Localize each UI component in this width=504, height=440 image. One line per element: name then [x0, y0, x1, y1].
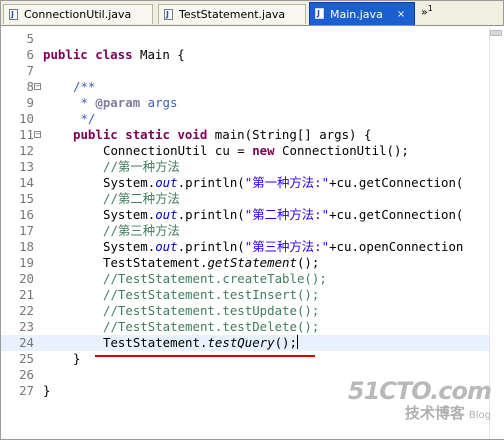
overview-ruler[interactable] [489, 26, 504, 439]
fold-collapse-icon[interactable]: − [34, 131, 41, 138]
code-line: 9 * @param args [26, 95, 178, 110]
tab-main[interactable]: J Main.java × [309, 2, 415, 25]
java-file-icon: J [314, 8, 326, 20]
code-line: 15//第二种方法 [19, 191, 180, 206]
tab-teststatement[interactable]: J TestStatement.java [158, 4, 306, 24]
code-line: 21//TestStatement.testInsert(); [19, 287, 320, 302]
overview-marker[interactable] [490, 30, 502, 36]
code-line: 17//第三种方法 [19, 223, 180, 238]
code-line: 18 System.out.println("第三种方法:"+cu.openCon… [19, 239, 464, 254]
code-line: 7 [26, 63, 34, 78]
tab-label: Main.java [330, 7, 383, 21]
code-line: 12 ConnectionUtil cu = new ConnectionUtil… [19, 143, 409, 158]
text-caret [296, 335, 298, 349]
code-line: 16 System.out.println("第二种方法:"+cu.getConn… [19, 207, 464, 222]
editor-window: J ConnectionUtil.java J TestStatement.ja… [0, 0, 504, 440]
code-line: 23//TestStatement.testDelete(); [19, 319, 320, 334]
tab-overflow-button[interactable]: »1 [421, 4, 433, 19]
watermark: 51CTO.com 技术博客 Blog [347, 377, 492, 426]
tab-connectionutil[interactable]: J ConnectionUtil.java [3, 4, 153, 24]
tab-label: TestStatement.java [179, 8, 286, 21]
code-line: 22//TestStatement.testUpdate(); [19, 303, 320, 318]
code-line: 20//TestStatement.createTable(); [19, 271, 327, 286]
code-line: 19 TestStatement.getStatement(); [19, 255, 320, 270]
code-line: 8−/** [26, 79, 96, 94]
tab-label: ConnectionUtil.java [24, 8, 132, 21]
code-line: 5 [26, 31, 34, 46]
editor-tab-bar: J ConnectionUtil.java J TestStatement.ja… [1, 1, 503, 26]
chevron-right-icon: » [421, 5, 428, 19]
code-line: 11− public static void main(String[] args… [19, 127, 372, 142]
red-underline-annotation [95, 355, 315, 357]
fold-collapse-icon[interactable]: − [34, 83, 41, 90]
java-file-icon: J [8, 8, 20, 21]
code-line: 6 public class Main { [26, 47, 185, 62]
code-line: 25} [19, 351, 81, 366]
java-file-icon: J [163, 8, 175, 21]
watermark-logo-text: 51CTO.com [347, 377, 492, 405]
close-icon[interactable]: × [397, 9, 405, 20]
current-code-line: 24 TestStatement.testQuery(); [1, 335, 489, 351]
watermark-subtitle: 技术博客 Blog [404, 404, 491, 422]
code-line: 10 */ [19, 111, 96, 126]
code-line: 13//第一种方法 [19, 159, 180, 174]
code-line: 14 System.out.println("第一种方法:"+cu.getConn… [19, 175, 464, 190]
overflow-count: 1 [427, 4, 433, 13]
